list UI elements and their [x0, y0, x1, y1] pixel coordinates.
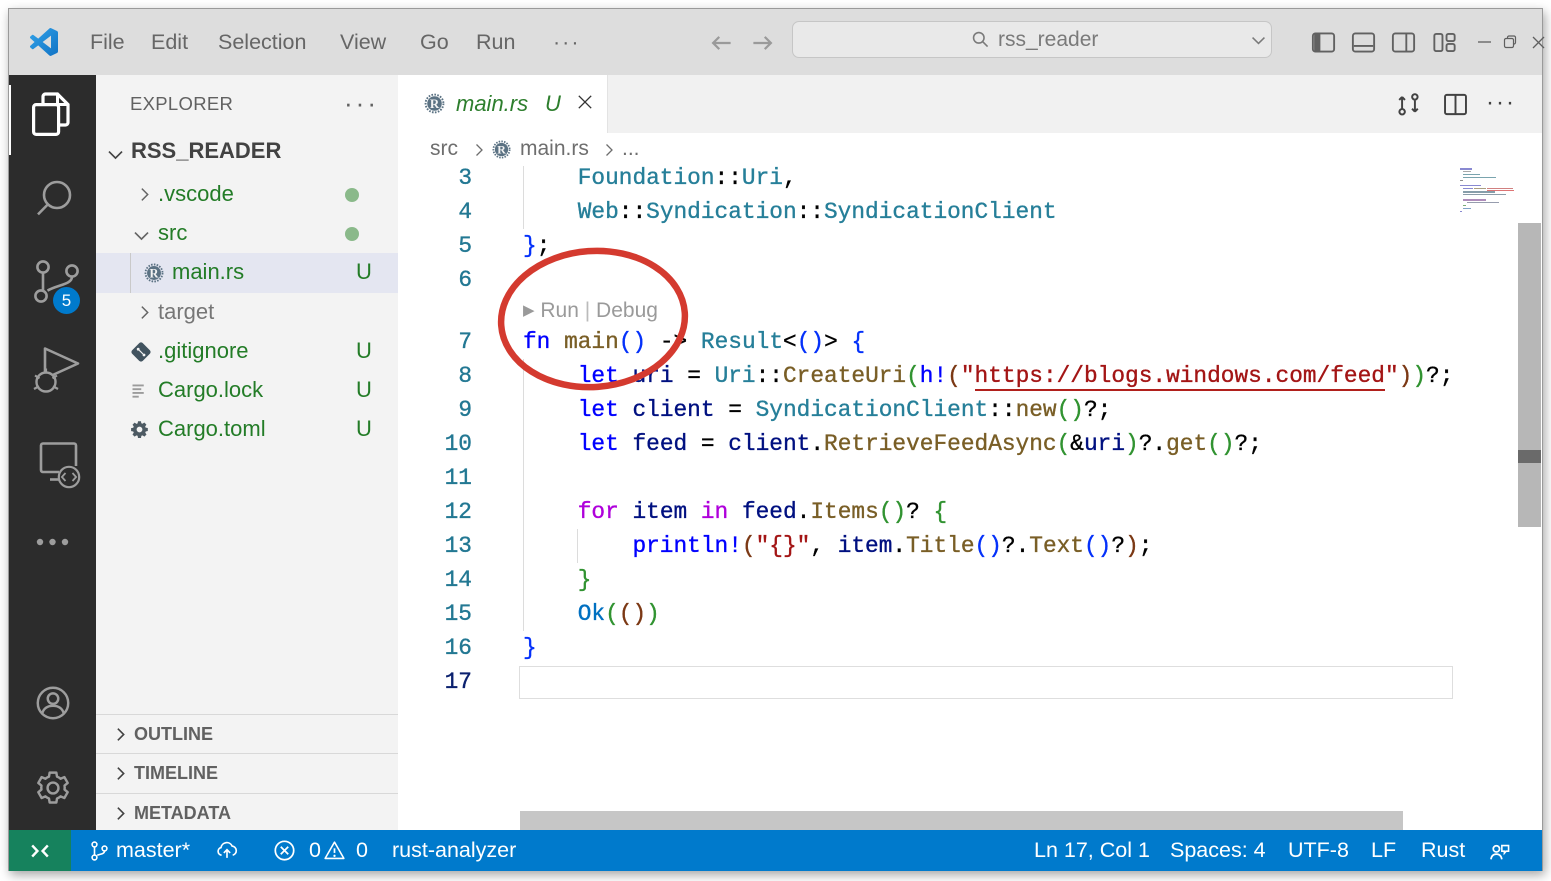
svg-text:R: R — [497, 143, 506, 157]
svg-text:R: R — [150, 266, 160, 280]
svg-text:R: R — [430, 96, 440, 111]
